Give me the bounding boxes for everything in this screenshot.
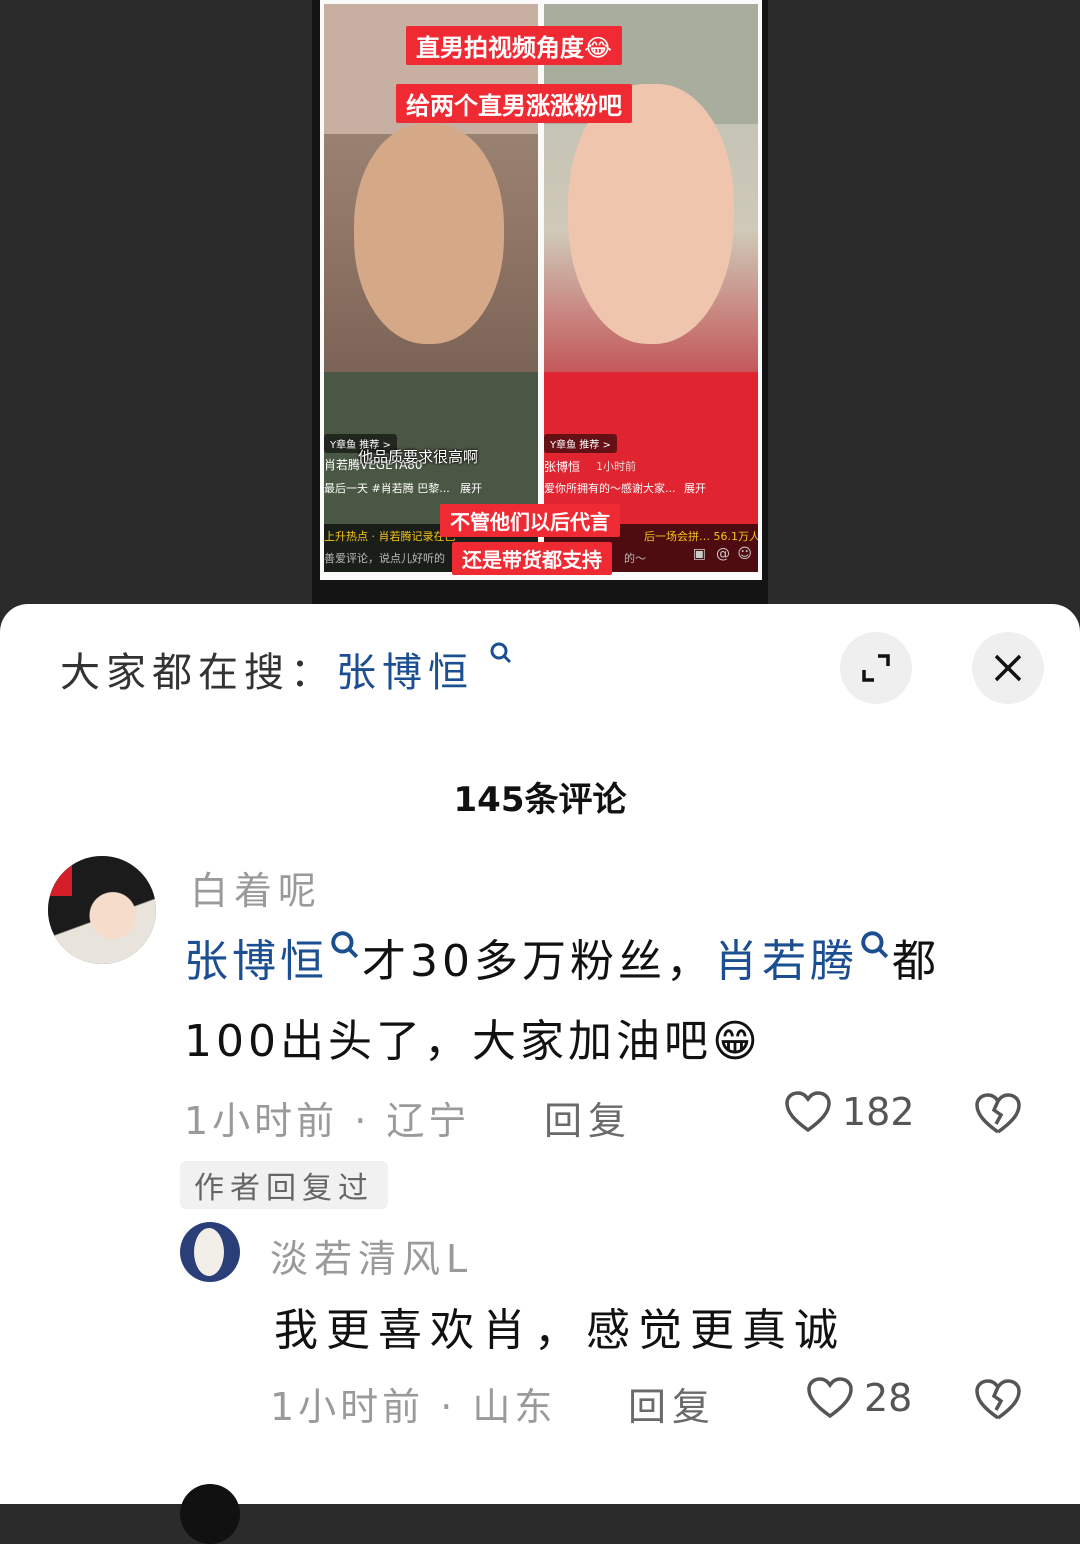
- expand-link[interactable]: 展开: [684, 480, 706, 496]
- post-time: 1小时前: [596, 460, 636, 473]
- comment-placeholder[interactable]: 善爱评论，说点儿好听的: [324, 550, 445, 566]
- caption-top-2: 给两个直男涨涨粉吧: [396, 84, 632, 123]
- video-frame: Y章鱼 推荐 > 肖若腾VEGETA80 他品质要求很高啊 最后一天 #肖若腾 …: [320, 0, 762, 580]
- like-count: 182: [842, 1090, 915, 1134]
- face-right: [568, 84, 734, 344]
- expand-icon: [862, 654, 890, 682]
- hot-search-label: 大家都在搜：: [60, 650, 336, 696]
- heart-icon: [785, 1091, 831, 1133]
- caption-bottom-2: 还是带货都支持: [452, 542, 612, 575]
- expand-button[interactable]: [840, 632, 912, 704]
- search-icon: [861, 931, 889, 959]
- like-count: 28: [864, 1376, 913, 1420]
- comment-count: 145条评论: [453, 780, 627, 820]
- avatar[interactable]: [48, 856, 156, 964]
- heart-icon: [807, 1377, 853, 1419]
- face-left: [354, 124, 504, 344]
- hot-topic-bar[interactable]: 后一场会拼… 56.1万人在: [644, 528, 758, 544]
- avatar[interactable]: [180, 1484, 240, 1544]
- video-player[interactable]: Y章鱼 推荐 > 肖若腾VEGETA80 他品质要求很高啊 最后一天 #肖若腾 …: [312, 0, 768, 605]
- broken-heart-icon: [975, 1379, 1021, 1420]
- search-icon: [474, 642, 514, 672]
- comment-meta: 1小时前 · 山东: [270, 1385, 557, 1429]
- keyword-link[interactable]: 张博恒: [184, 936, 328, 987]
- comment-meta: 1小时前 · 辽宁: [184, 1099, 471, 1143]
- mention-icon[interactable]: @: [716, 546, 730, 562]
- comment-text: 我更喜欢肖，感觉更真诚: [274, 1305, 846, 1356]
- hot-search-bar[interactable]: 大家都在搜：张博恒: [60, 640, 514, 698]
- hot-topic-bar[interactable]: 上升热点 · 肖若腾记录在巴: [324, 528, 456, 544]
- description: 最后一天 #肖若腾 巴黎...: [324, 482, 450, 495]
- reply-button[interactable]: 回复: [544, 1090, 632, 1145]
- search-icon: [331, 931, 359, 959]
- like-button[interactable]: 28: [806, 1376, 912, 1420]
- recommend-tag[interactable]: Y章鱼 推荐 >: [544, 434, 617, 453]
- comment-username[interactable]: 白着呢: [190, 860, 322, 915]
- close-icon: [994, 654, 1022, 682]
- close-button[interactable]: [972, 632, 1044, 704]
- expand-link[interactable]: 展开: [460, 480, 482, 496]
- emoji-icon[interactable]: ☺: [737, 546, 752, 562]
- like-button[interactable]: 182: [784, 1090, 915, 1134]
- dislike-button[interactable]: [974, 1092, 1022, 1140]
- author-replied-badge: 作者回复过: [180, 1161, 388, 1209]
- comment-sheet: 大家都在搜：张博恒 145条评论 白着呢 张博恒 才30多万粉丝，肖若腾 都100出…: [0, 604, 1080, 1544]
- author-name[interactable]: 张博恒: [544, 458, 580, 475]
- keyword-link[interactable]: 肖若腾: [714, 936, 858, 987]
- avatar[interactable]: [180, 1222, 240, 1282]
- caption-bottom-1: 不管他们以后代言: [440, 504, 620, 537]
- broken-heart-icon: [975, 1093, 1021, 1134]
- hot-search-keyword[interactable]: 张博恒: [336, 650, 474, 696]
- caption-top-1: 直男拍视频角度😂: [406, 26, 623, 65]
- comment-username[interactable]: 淡若清风L: [270, 1228, 473, 1283]
- reply-button[interactable]: 回复: [628, 1376, 716, 1431]
- dislike-button[interactable]: [974, 1378, 1022, 1426]
- comment-placeholder[interactable]: 的～: [624, 550, 646, 566]
- image-icon[interactable]: ▣: [693, 546, 706, 562]
- comment-text: 张博恒 才30多万粉丝，肖若腾 都100出头了，大家加油吧😁: [184, 922, 1034, 1082]
- description: 爱你所拥有的～感谢大家...: [544, 482, 676, 495]
- subtitle: 他品质要求很高啊: [358, 448, 479, 466]
